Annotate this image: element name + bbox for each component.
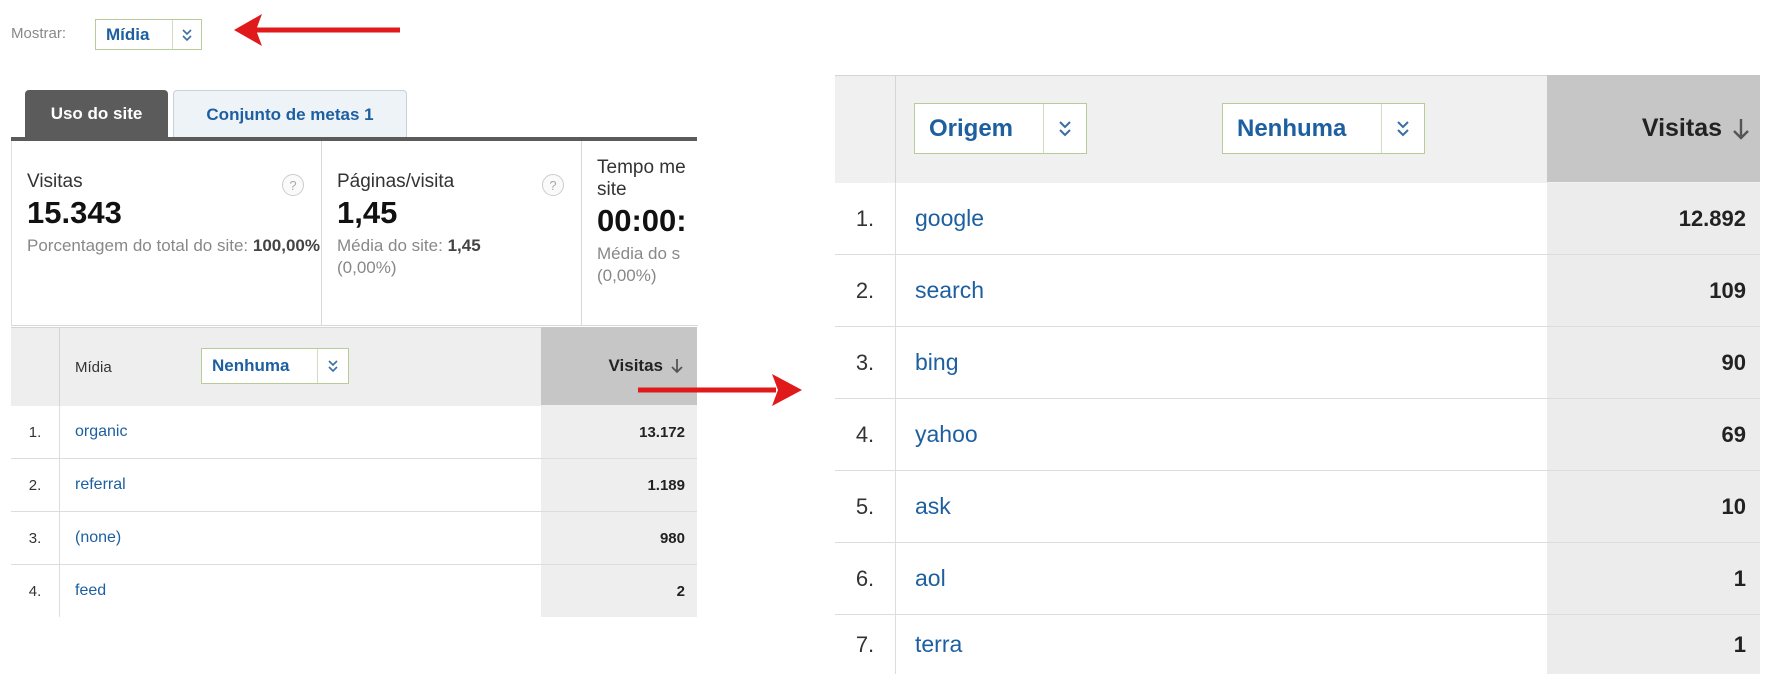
row-value: 13.172 [541,406,697,458]
row-number: 7. [835,615,896,674]
row-value: 12.892 [1547,183,1760,254]
table-row: 1. organic 13.172 [11,406,697,459]
right-secondary-dimension-dropdown[interactable]: Nenhuma [1222,103,1425,154]
red-arrow-icon [234,14,400,46]
table-row: 7. terra 1 [835,615,1760,674]
scorecard-visits: Visitas 15.343 Porcentagem do total do s… [12,141,322,325]
table-row: 2. referral 1.189 [11,459,697,512]
scorecard-sub-extra: (0,00%) [597,266,657,285]
show-dropdown[interactable]: Mídia [95,19,202,50]
table-row: 2. search 109 [835,255,1760,327]
right-metric-label: Visitas [1641,114,1722,142]
scorecard-value: 00:00: [597,203,687,238]
row-link[interactable]: google [915,183,984,254]
row-number: 5. [835,471,896,542]
scorecard-subtext: Média do site: 1,45 (0,00%) [337,235,581,279]
table-row: 3. bing 90 [835,327,1760,399]
scorecard-title: Tempo me [597,157,686,178]
chevron-double-down-icon [1043,104,1086,153]
question-mark-icon[interactable]: ? [542,174,564,196]
show-label: Mostrar: [11,25,67,42]
scorecard-sub-label: Porcentagem do total do site: [27,236,249,255]
scorecard-sub-value: 1,45 [447,236,481,255]
table-row: 6. aol 1 [835,543,1760,615]
row-number: 4. [835,399,896,470]
row-number: 1. [11,406,60,458]
row-link[interactable]: referral [75,459,126,511]
row-value: 1 [1547,543,1760,614]
scorecard-pages-per-visit: Páginas/visita 1,45 Média do site: 1,45 … [322,141,582,325]
row-number: 3. [835,327,896,398]
row-value: 90 [1547,327,1760,398]
row-link[interactable]: feed [75,565,106,617]
scorecard-row: Visitas 15.343 Porcentagem do total do s… [11,141,698,326]
tab-site-usage[interactable]: Uso do site [25,90,168,138]
left-dimension-label: Mídia [75,358,112,376]
right-metric-header[interactable]: Visitas [1547,75,1760,182]
scorecard-sub-label: Média do site: [337,236,443,255]
scorecard-value: 1,45 [337,195,398,230]
row-link[interactable]: aol [915,543,946,614]
row-number: 2. [835,255,896,326]
row-value: 69 [1547,399,1760,470]
question-mark-icon[interactable]: ? [282,174,304,196]
header-num-cell [11,328,60,406]
header-num-cell [835,76,896,183]
table-row: 4. feed 2 [11,565,697,617]
table-row: 5. ask 10 [835,471,1760,543]
left-secondary-dimension-dropdown[interactable]: Nenhuma [201,348,349,384]
row-number: 3. [11,512,60,564]
row-number: 2. [11,459,60,511]
scorecard-sub-label: Média do s [597,244,681,263]
scorecard-subtext: Média do s (0,00%) [597,243,698,287]
table-row: 1. google 12.892 [835,183,1760,255]
row-link[interactable]: organic [75,406,127,458]
row-link[interactable]: ask [915,471,951,542]
row-value: 109 [1547,255,1760,326]
scorecard-subtext: Porcentagem do total do site: 100,00% [27,235,321,257]
right-secondary-dimension-value: Nenhuma [1237,114,1347,142]
row-link[interactable]: (none) [75,512,121,564]
tab-goal-set-1[interactable]: Conjunto de metas 1 [173,90,407,138]
row-link[interactable]: bing [915,327,958,398]
red-arrow-icon [638,374,802,406]
row-link[interactable]: terra [915,615,962,674]
scorecard-value: 15.343 [27,195,122,230]
row-value: 1.189 [541,459,697,511]
row-value: 980 [541,512,697,564]
scorecard-time-on-site: Tempo me site 00:00: Média do s (0,00%) [582,141,698,325]
row-number: 6. [835,543,896,614]
row-value: 1 [1547,615,1760,674]
chevron-double-down-icon [1381,104,1424,153]
scorecard-sub-extra: (0,00%) [337,258,397,277]
chevron-double-down-icon [172,20,201,49]
table-row: 3. (none) 980 [11,512,697,565]
arrow-down-icon [1733,118,1749,140]
show-dropdown-value: Mídia [106,24,150,44]
row-link[interactable]: search [915,255,984,326]
scorecard-sub-value: 100,00% [252,236,320,255]
row-number: 4. [11,565,60,617]
chevron-double-down-icon [317,349,348,383]
row-number: 1. [835,183,896,254]
table-row: 4. yahoo 69 [835,399,1760,471]
primary-dimension-dropdown[interactable]: Origem [914,103,1087,154]
scorecard-title-line2: site [597,179,627,200]
row-link[interactable]: yahoo [915,399,978,470]
row-value: 10 [1547,471,1760,542]
primary-dimension-value: Origem [929,114,1014,142]
left-secondary-dimension-value: Nenhuma [212,356,290,375]
scorecard-title: Visitas [27,171,83,192]
row-value: 2 [541,565,697,617]
